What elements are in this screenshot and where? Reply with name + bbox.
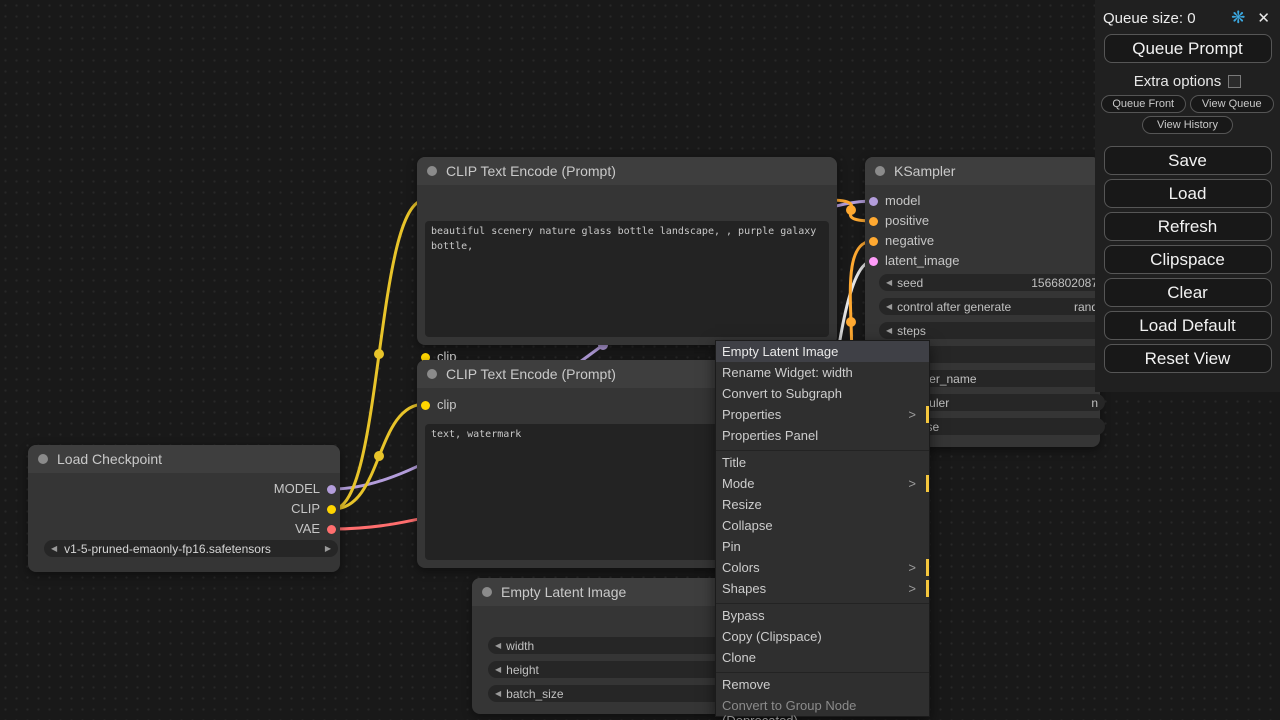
reset-view-button[interactable]: Reset View bbox=[1104, 344, 1272, 373]
submenu-arrow-icon: > bbox=[908, 581, 916, 596]
node-header[interactable]: Load Checkpoint bbox=[28, 445, 340, 473]
widget-steps[interactable]: ◀ steps bbox=[879, 322, 1105, 339]
node-header[interactable]: KSampler bbox=[865, 157, 1100, 185]
widget-control-after-generate[interactable]: ◀ control after generate rand bbox=[879, 298, 1105, 315]
clip-slot-icon[interactable] bbox=[421, 401, 430, 410]
refresh-button[interactable]: Refresh bbox=[1104, 212, 1272, 241]
submenu-arrow-icon: > bbox=[908, 476, 916, 491]
context-menu: Empty Latent Image Rename Widget: width … bbox=[715, 340, 930, 717]
decrement-arrow-icon[interactable]: ◀ bbox=[886, 326, 892, 335]
submenu-arrow-icon: > bbox=[908, 560, 916, 575]
decrement-arrow-icon[interactable]: ◀ bbox=[886, 302, 892, 311]
input-slot-negative[interactable]: negative bbox=[869, 236, 934, 246]
decrement-arrow-icon[interactable]: ◀ bbox=[495, 641, 501, 650]
comfy-logo-icon[interactable]: ❋ bbox=[1231, 8, 1245, 28]
output-slot-model[interactable]: MODEL bbox=[274, 484, 336, 494]
view-history-button[interactable]: View History bbox=[1142, 116, 1233, 134]
clip-slot-icon[interactable] bbox=[327, 505, 336, 514]
input-slot-model[interactable]: model bbox=[869, 196, 920, 206]
input-slot-clip[interactable]: clip bbox=[421, 400, 457, 410]
conditioning-slot-icon[interactable] bbox=[869, 237, 878, 246]
menu-item-mode[interactable]: Mode > bbox=[716, 473, 929, 494]
menu-item-shapes[interactable]: Shapes > bbox=[716, 578, 929, 599]
menu-item-colors[interactable]: Colors > bbox=[716, 557, 929, 578]
menu-item-bypass[interactable]: Bypass bbox=[716, 605, 929, 626]
conditioning-slot-icon[interactable] bbox=[869, 217, 878, 226]
next-option-arrow-icon[interactable]: ▶ bbox=[325, 544, 331, 553]
node-header[interactable]: CLIP Text Encode (Prompt) bbox=[417, 157, 837, 185]
link-midpoint-dot bbox=[846, 317, 856, 327]
node-clip-text-encode-positive[interactable]: CLIP Text Encode (Prompt) clip CONDITION… bbox=[417, 157, 837, 345]
widget-ckpt-name[interactable]: ◀ v1-5-pruned-emaonly-fp16.safetensors ▶ bbox=[44, 540, 338, 557]
prev-option-arrow-icon[interactable]: ◀ bbox=[51, 544, 57, 553]
decrement-arrow-icon[interactable]: ◀ bbox=[495, 665, 501, 674]
widget-seed[interactable]: ◀ seed 1566802087 bbox=[879, 274, 1105, 291]
submenu-arrow-icon: > bbox=[908, 407, 916, 422]
latent-slot-icon[interactable] bbox=[869, 257, 878, 266]
menu-item-convert-to-group-node[interactable]: Convert to Group Node (Deprecated) bbox=[716, 695, 929, 716]
comfyui-canvas[interactable]: CLIP Text Encode (Prompt) clip CONDITION… bbox=[0, 0, 1280, 720]
input-slot-latent-image[interactable]: latent_image bbox=[869, 256, 959, 266]
load-default-button[interactable]: Load Default bbox=[1104, 311, 1272, 340]
menu-item-pin[interactable]: Pin bbox=[716, 536, 929, 557]
node-load-checkpoint[interactable]: Load Checkpoint MODEL CLIP VAE ◀ v1-5-pr… bbox=[28, 445, 340, 572]
model-slot-icon[interactable] bbox=[327, 485, 336, 494]
menu-item-properties-panel[interactable]: Properties Panel bbox=[716, 425, 929, 446]
menu-item-clone[interactable]: Clone bbox=[716, 647, 929, 668]
vae-slot-icon[interactable] bbox=[327, 525, 336, 534]
context-menu-title: Empty Latent Image bbox=[716, 341, 929, 362]
close-icon[interactable]: ✕ bbox=[1257, 9, 1270, 27]
link-midpoint-dot bbox=[374, 349, 384, 359]
node-title: CLIP Text Encode (Prompt) bbox=[446, 366, 616, 382]
collapse-dot-icon[interactable] bbox=[482, 587, 492, 597]
input-slot-positive[interactable]: positive bbox=[869, 216, 929, 226]
menu-separator bbox=[716, 446, 929, 451]
menu-separator bbox=[716, 668, 929, 673]
collapse-dot-icon[interactable] bbox=[875, 166, 885, 176]
extra-options-checkbox[interactable] bbox=[1228, 75, 1241, 88]
link-midpoint-dot bbox=[846, 205, 856, 215]
prompt-textarea[interactable]: beautiful scenery nature glass bottle la… bbox=[425, 221, 829, 337]
submenu-marker bbox=[926, 580, 929, 597]
clear-button[interactable]: Clear bbox=[1104, 278, 1272, 307]
collapse-dot-icon[interactable] bbox=[427, 369, 437, 379]
floating-menu-panel: Queue size: 0 ❋ ✕ Queue Prompt Extra opt… bbox=[1095, 0, 1280, 392]
decrement-arrow-icon[interactable]: ◀ bbox=[495, 689, 501, 698]
save-button[interactable]: Save bbox=[1104, 146, 1272, 175]
clipspace-button[interactable]: Clipspace bbox=[1104, 245, 1272, 274]
node-title: KSampler bbox=[894, 163, 955, 179]
node-title: Load Checkpoint bbox=[57, 451, 162, 467]
menu-item-resize[interactable]: Resize bbox=[716, 494, 929, 515]
model-slot-icon[interactable] bbox=[869, 197, 878, 206]
menu-item-title[interactable]: Title bbox=[716, 452, 929, 473]
submenu-marker bbox=[926, 406, 929, 423]
link-midpoint-dot bbox=[374, 451, 384, 461]
collapse-dot-icon[interactable] bbox=[38, 454, 48, 464]
menu-item-rename-widget-width[interactable]: Rename Widget: width bbox=[716, 362, 929, 383]
node-title: CLIP Text Encode (Prompt) bbox=[446, 163, 616, 179]
extra-options-label: Extra options bbox=[1134, 73, 1222, 90]
submenu-marker bbox=[926, 475, 929, 492]
menu-separator bbox=[716, 599, 929, 604]
menu-item-copy-clipspace[interactable]: Copy (Clipspace) bbox=[716, 626, 929, 647]
output-slot-clip[interactable]: CLIP bbox=[291, 504, 336, 514]
output-slot-vae[interactable]: VAE bbox=[295, 524, 336, 534]
queue-size-label: Queue size: 0 bbox=[1103, 10, 1196, 27]
decrement-arrow-icon[interactable]: ◀ bbox=[886, 278, 892, 287]
queue-prompt-button[interactable]: Queue Prompt bbox=[1104, 34, 1272, 63]
menu-item-properties[interactable]: Properties > bbox=[716, 404, 929, 425]
menu-item-convert-to-subgraph[interactable]: Convert to Subgraph bbox=[716, 383, 929, 404]
submenu-marker bbox=[926, 559, 929, 576]
collapse-dot-icon[interactable] bbox=[427, 166, 437, 176]
menu-item-remove[interactable]: Remove bbox=[716, 674, 929, 695]
load-button[interactable]: Load bbox=[1104, 179, 1272, 208]
node-title: Empty Latent Image bbox=[501, 584, 626, 600]
view-queue-button[interactable]: View Queue bbox=[1190, 95, 1275, 113]
queue-front-button[interactable]: Queue Front bbox=[1101, 95, 1186, 113]
menu-item-collapse[interactable]: Collapse bbox=[716, 515, 929, 536]
